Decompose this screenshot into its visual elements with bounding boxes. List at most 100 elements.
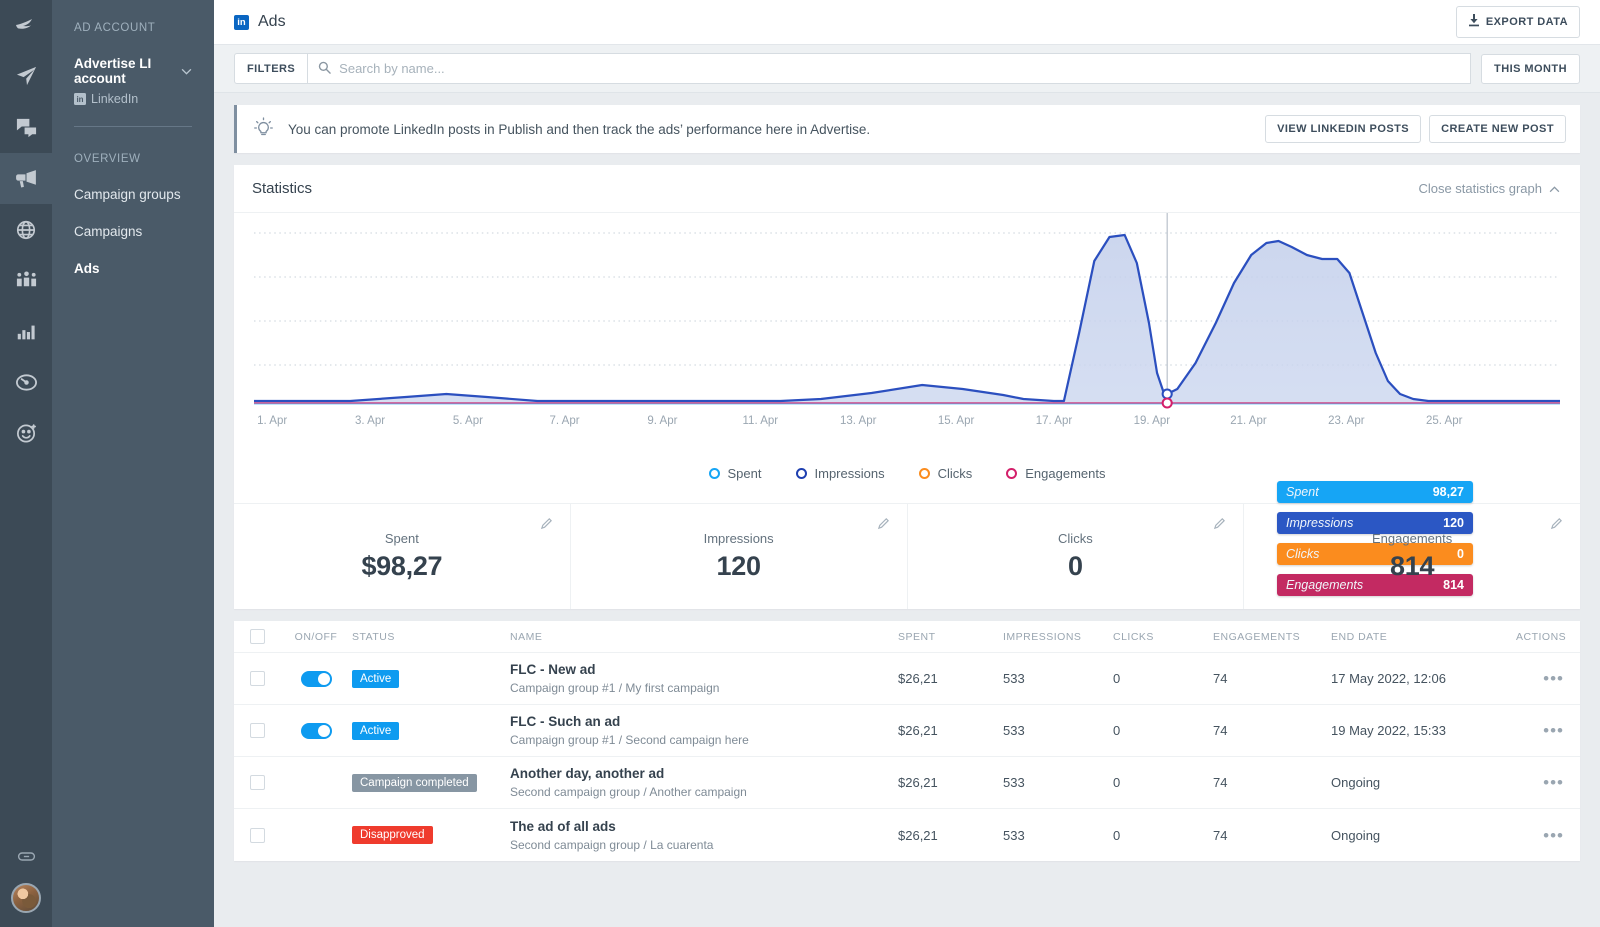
search-box[interactable] (308, 53, 1472, 84)
kpi-value: 0 (1068, 551, 1083, 581)
row-checkbox[interactable] (249, 827, 265, 843)
edit-pencil-icon[interactable] (1213, 517, 1226, 533)
statistics-card: Statistics Close statistics graph Spent … (234, 165, 1580, 609)
ad-name: FLC - New ad (510, 662, 596, 677)
edit-pencil-icon[interactable] (877, 517, 890, 533)
analyze-barchart-icon[interactable] (0, 306, 52, 357)
row-actions-menu-icon[interactable]: ••• (1543, 826, 1564, 845)
row-checkbox[interactable] (249, 671, 265, 686)
row-actions-cell: ••• (1510, 670, 1580, 687)
impressions-hover-point (1161, 388, 1173, 400)
table-row[interactable]: Active FLC - Such an ad Campaign group #… (234, 705, 1580, 757)
row-toggle[interactable] (300, 670, 332, 687)
export-data-button[interactable]: Export data (1455, 6, 1580, 38)
xtick: 21. Apr (1230, 415, 1267, 427)
filters-button[interactable]: Filters (234, 53, 309, 84)
row-end-date: 17 May 2022, 12:06 (1331, 671, 1446, 686)
account-selector[interactable]: Advertise LI account (74, 56, 192, 86)
row-name-cell: FLC - New ad Campaign group #1 / My firs… (504, 662, 892, 695)
monitor-globe-icon[interactable] (0, 204, 52, 255)
content-scroll-area: You can promote LinkedIn posts in Publis… (214, 93, 1600, 927)
row-engagements: 74 (1213, 827, 1228, 843)
row-clicks: 0 (1113, 827, 1121, 843)
column-header-engagements: ENGAGEMENTS (1213, 630, 1301, 643)
search-icon (318, 61, 331, 77)
account-sidebar: AD ACCOUNT Advertise LI account in Linke… (52, 0, 214, 927)
xtick: 25. Apr (1426, 415, 1463, 427)
row-actions-cell: ••• (1510, 774, 1580, 791)
column-header-spent: SPENT (898, 630, 936, 643)
link-icon[interactable] (0, 829, 52, 883)
column-header-end-date: END DATE (1331, 630, 1388, 643)
legend-item-clicks[interactable]: Clicks (918, 466, 972, 481)
row-clicks: 0 (1113, 723, 1121, 738)
sidebar-item-ads[interactable]: Ads (74, 239, 192, 276)
xtick: 23. Apr (1328, 415, 1365, 427)
sidebar-item-campaigns[interactable]: Campaigns (74, 202, 192, 239)
engage-chat-icon[interactable] (0, 102, 52, 153)
export-data-label: Export data (1485, 16, 1568, 28)
xtick: 1. Apr (257, 415, 288, 427)
select-all-checkbox[interactable] (249, 629, 265, 644)
sidebar-item-campaign-groups[interactable]: Campaign groups (74, 165, 192, 202)
main-area: in Ads Export data Filters This (214, 0, 1600, 927)
legend-item-impressions[interactable]: Impressions (795, 466, 885, 481)
ad-name: Another day, another ad (510, 766, 665, 781)
row-checkbox[interactable] (249, 723, 265, 738)
row-actions-menu-icon[interactable]: ••• (1543, 721, 1564, 740)
view-linkedin-posts-button[interactable]: View LinkedIn posts (1265, 115, 1422, 143)
column-header-actions: ACTIONS (1516, 630, 1567, 643)
tip-banner: You can promote LinkedIn posts in Publis… (234, 105, 1580, 153)
column-header-onoff: ON/OFF (294, 630, 338, 643)
table-row[interactable]: Disapproved The ad of all ads Second cam… (234, 809, 1580, 861)
kpi-value: $98,27 (361, 551, 443, 581)
close-statistics-graph-button[interactable]: Close statistics graph (1418, 181, 1560, 196)
column-header-status: STATUS (352, 630, 395, 643)
row-actions-cell: ••• (1510, 827, 1580, 844)
dashboard-gauge-icon[interactable] (0, 357, 52, 408)
ad-name: FLC - Such an ad (510, 714, 621, 729)
row-spent: $26,21 (898, 723, 938, 738)
row-impressions: 533 (1003, 775, 1025, 790)
kpi-impressions: Impressions 120 (571, 504, 908, 609)
ad-campaign-path: Campaign group #1 / My first campaign (510, 681, 720, 695)
top-bar: in Ads Export data (214, 0, 1600, 45)
influencers-people-icon[interactable] (0, 255, 52, 306)
kpi-engagements: Engagements 814 (1244, 504, 1580, 609)
row-actions-menu-icon[interactable]: ••• (1543, 773, 1564, 792)
select-all-cell (234, 629, 280, 644)
linkedin-icon: in (74, 93, 86, 105)
period-button[interactable]: This month (1481, 53, 1580, 84)
ad-campaign-path: Second campaign group / La cuarenta (510, 837, 714, 852)
statistics-header: Statistics Close statistics graph (234, 165, 1580, 213)
brand-feather-icon[interactable] (0, 0, 52, 51)
publish-paperplane-icon[interactable] (0, 51, 52, 102)
audience-smiley-icon[interactable] (0, 408, 52, 459)
table-header-row: ON/OFF STATUS NAME SPENT IMPRESSIONS CLI… (234, 621, 1580, 653)
edit-pencil-icon[interactable] (540, 517, 553, 533)
user-avatar[interactable] (11, 883, 41, 913)
edit-pencil-icon[interactable] (1550, 517, 1563, 533)
table-row[interactable]: Campaign completed Another day, another … (234, 757, 1580, 809)
xtick: 9. Apr (647, 415, 678, 427)
status-badge: Campaign completed (352, 773, 477, 792)
row-checkbox[interactable] (249, 775, 265, 790)
xtick: 5. Apr (452, 415, 483, 427)
advertise-megaphone-icon[interactable] (0, 153, 52, 204)
xtick: 15. Apr (937, 415, 975, 427)
legend-item-spent[interactable]: Spent (708, 466, 762, 481)
ad-campaign-path: Second campaign group / Another campaign (510, 785, 747, 799)
create-new-post-button[interactable]: Create new post (1429, 115, 1566, 143)
tip-actions: View LinkedIn posts Create new post (1265, 115, 1566, 143)
statistics-chart: Spent 98,27 Impressions 120 Clicks 0 Eng… (234, 213, 1580, 596)
table-row[interactable]: Active FLC - New ad Campaign group #1 / … (234, 653, 1580, 705)
search-input[interactable] (339, 61, 1461, 76)
xtick: 3. Apr (355, 415, 386, 427)
kpi-clicks: Clicks 0 (908, 504, 1245, 609)
legend-item-engagements[interactable]: Engagements (1006, 466, 1105, 481)
row-end-date: Ongoing (1331, 775, 1381, 790)
kpi-row: Spent $98,27 Impressions 120 Clicks 0 En… (234, 503, 1580, 609)
sidebar-overview-label: OVERVIEW (74, 153, 141, 165)
row-toggle[interactable] (300, 722, 332, 739)
row-actions-menu-icon[interactable]: ••• (1543, 669, 1564, 688)
